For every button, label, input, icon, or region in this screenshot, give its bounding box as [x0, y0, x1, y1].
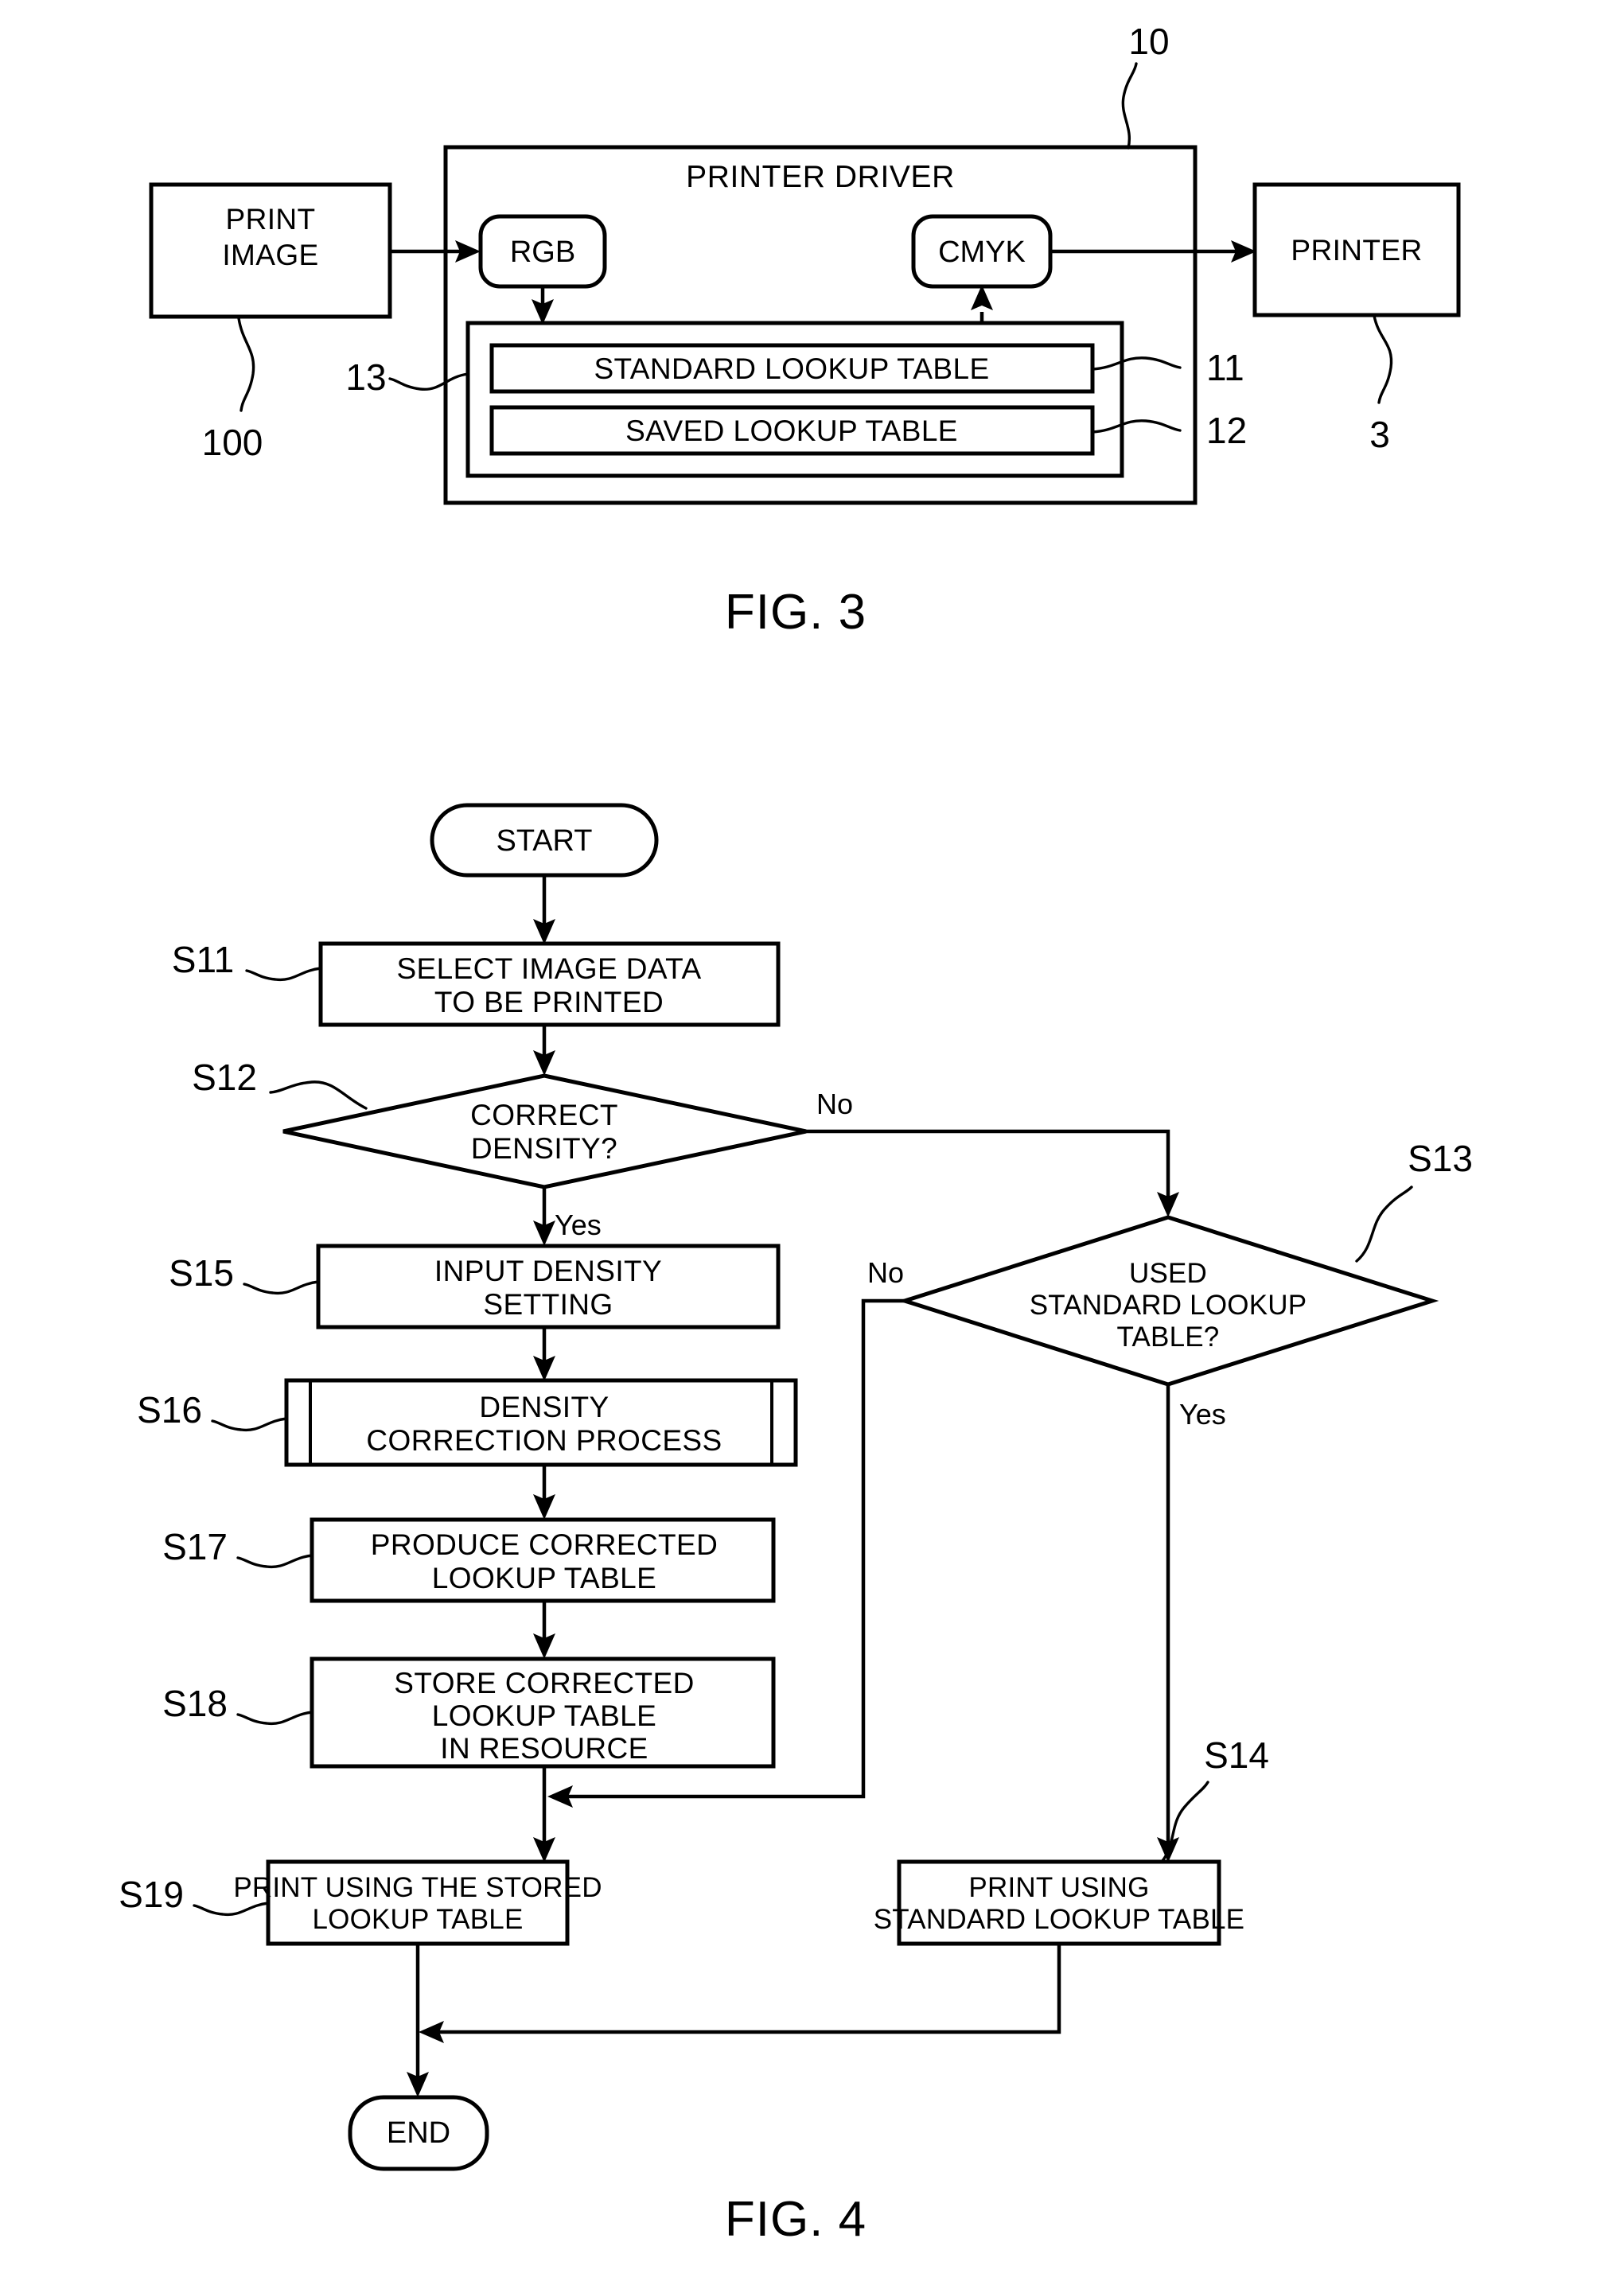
- flow-s13-step-leader: [1355, 1185, 1413, 1263]
- flow-s12-decision: [282, 1073, 807, 1189]
- flow-s19-line1: PRINT USING THE STORED: [233, 1872, 602, 1903]
- printer-driver-ref: 10: [1128, 21, 1169, 62]
- saved-lookup-table-label: SAVED LOOKUP TABLE: [625, 415, 958, 447]
- print-image-label-line1: PRINT: [226, 203, 316, 236]
- flow-s12-step-leader: [269, 1080, 368, 1110]
- print-image-ref: 100: [202, 422, 263, 463]
- flow-s13-line2: STANDARD LOOKUP: [1030, 1290, 1307, 1321]
- flow-s15-step-leader: [243, 1280, 320, 1295]
- flow-s14-line2: STANDARD LOOKUP TABLE: [874, 1904, 1244, 1935]
- flow-s18-line2: LOOKUP TABLE: [432, 1699, 656, 1732]
- patent-figures-svg: PRINT IMAGE 100 PRINTER DRIVER 10 RGB CM…: [119, 21, 1473, 2247]
- flow-s15-line2: SETTING: [483, 1288, 613, 1321]
- flow-s11-line1: SELECT IMAGE DATA: [396, 952, 701, 985]
- printer-driver-ref-leader: [1121, 62, 1138, 150]
- flow-s17-line1: PRODUCE CORRECTED: [371, 1528, 718, 1561]
- flow-s15-line1: INPUT DENSITY: [434, 1255, 662, 1287]
- figure-4-caption: FIG. 4: [725, 2192, 867, 2247]
- print-image-label-line2: IMAGE: [222, 239, 318, 271]
- printer-label: PRINTER: [1291, 234, 1422, 267]
- flow-s12-line2: DENSITY?: [471, 1132, 617, 1165]
- flow-s18-step: S18: [162, 1683, 228, 1724]
- flow-s16-line2: CORRECTION PROCESS: [366, 1424, 722, 1457]
- flow-s13-yes-label: Yes: [1179, 1398, 1226, 1431]
- flow-s13-line1: USED: [1129, 1258, 1207, 1289]
- arrow-s14-to-end-merge: [433, 1944, 1061, 2034]
- flow-s17-step-leader: [236, 1554, 314, 1569]
- flow-s13-line3: TABLE?: [1117, 1322, 1220, 1353]
- flow-s11-step-leader: [245, 967, 322, 982]
- flow-start-label: START: [496, 824, 592, 858]
- standard-lookup-table-label: STANDARD LOOKUP TABLE: [594, 352, 989, 385]
- print-image-ref-leader: [237, 317, 255, 412]
- patent-drawing-sheet: PRINT IMAGE 100 PRINTER DRIVER 10 RGB CM…: [0, 0, 1624, 2289]
- flow-s14-step: S14: [1204, 1734, 1269, 1776]
- flow-s16-step-leader: [211, 1417, 288, 1432]
- flow-s12-step: S12: [192, 1057, 257, 1098]
- flow-s16-line1: DENSITY: [479, 1391, 609, 1423]
- cmyk-label: CMYK: [938, 236, 1026, 269]
- figure-3-group: PRINT IMAGE 100 PRINTER DRIVER 10 RGB CM…: [149, 21, 1461, 640]
- printer-ref: 3: [1369, 414, 1390, 455]
- flow-s15-step: S15: [169, 1252, 234, 1294]
- printer-driver-title: PRINTER DRIVER: [686, 160, 955, 194]
- flow-s17-line2: LOOKUP TABLE: [432, 1562, 656, 1594]
- printer-ref-leader: [1373, 314, 1393, 404]
- flow-end-label: END: [387, 2116, 450, 2150]
- flow-s18-line1: STORE CORRECTED: [394, 1667, 694, 1699]
- saved-lookup-table-ref: 12: [1206, 410, 1247, 451]
- flow-s19-step-leader: [193, 1902, 270, 1917]
- flow-s18-line3: IN RESOURCE: [440, 1732, 648, 1765]
- figure-4-group: START SELECT IMAGE DATA TO BE PRINTED S1…: [119, 803, 1473, 2247]
- flow-s12-no-label: No: [816, 1088, 853, 1120]
- flow-s13-step: S13: [1408, 1138, 1473, 1179]
- flow-s16-step: S16: [137, 1389, 202, 1431]
- figure-3-caption: FIG. 3: [725, 585, 867, 640]
- flow-s18-step-leader: [236, 1711, 314, 1726]
- resource-ref: 13: [345, 356, 386, 398]
- flow-s13-no-label: No: [867, 1256, 904, 1289]
- flow-s14-line1: PRINT USING: [968, 1872, 1149, 1903]
- rgb-label: RGB: [510, 236, 575, 269]
- standard-lookup-table-ref: 11: [1206, 347, 1244, 388]
- flow-s11-line2: TO BE PRINTED: [434, 986, 664, 1018]
- flow-s11-step: S11: [172, 939, 234, 980]
- flow-s12-line1: CORRECT: [470, 1099, 618, 1131]
- flow-s12-yes-label: Yes: [555, 1209, 602, 1241]
- flow-s19-line2: LOOKUP TABLE: [312, 1904, 523, 1935]
- flow-s19-step: S19: [119, 1874, 184, 1915]
- arrow-s12-no-to-s13: [806, 1129, 1170, 1203]
- flow-s17-step: S17: [162, 1526, 228, 1567]
